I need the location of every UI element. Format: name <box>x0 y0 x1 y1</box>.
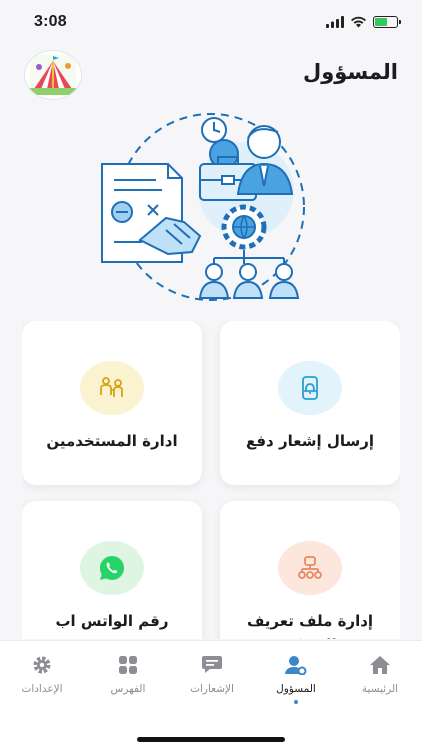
admin-management-illustration <box>96 112 326 302</box>
tab-notifications[interactable]: الإشعارات <box>170 653 254 713</box>
users-icon <box>80 361 144 415</box>
tab-label: المسؤول <box>276 683 316 695</box>
admin-icon <box>284 653 308 677</box>
bell-phone-icon <box>278 361 342 415</box>
tab-settings[interactable]: الإعدادات <box>0 653 84 713</box>
tab-home[interactable]: الرئيسية <box>338 653 422 713</box>
card-label: إرسال إشعار دفع <box>245 432 374 450</box>
whatsapp-icon <box>80 541 144 595</box>
gear-icon <box>30 653 54 677</box>
admin-actions-grid: إرسال إشعار دفع ادارة المستخدمين إدارة م <box>22 321 400 639</box>
battery-level <box>375 18 387 26</box>
send-push-notification-card[interactable]: إرسال إشعار دفع <box>220 321 400 485</box>
manage-users-card[interactable]: ادارة المستخدمين <box>22 321 202 485</box>
tab-index[interactable]: الفهرس <box>86 653 170 713</box>
card-label: ادارة المستخدمين <box>46 432 178 450</box>
tab-label: الرئيسية <box>361 683 399 695</box>
card-label: إدارة ملف تعريف الشركة <box>246 612 374 639</box>
home-indicator <box>137 737 285 742</box>
status-time: 3:08 <box>34 13 67 30</box>
company-profile-card[interactable]: إدارة ملف تعريف الشركة <box>220 501 400 639</box>
grid-icon <box>116 653 140 677</box>
tab-label: الإشعارات <box>190 683 234 695</box>
signal-icon <box>326 13 344 32</box>
battery-icon <box>373 16 401 28</box>
company-profile-icon <box>278 541 342 595</box>
tab-label: الإعدادات <box>21 683 63 695</box>
active-tab-indicator <box>294 700 298 704</box>
card-label: رقم الواتس اب <box>55 612 169 630</box>
whatsapp-number-card[interactable]: رقم الواتس اب <box>22 501 202 639</box>
chat-icon <box>200 653 224 677</box>
bottom-tab-bar: الرئيسية المسؤول الإشعارات الفهرس الإعدا… <box>0 640 422 750</box>
page-title: المسؤول <box>303 60 398 84</box>
circus-tent-icon[interactable] <box>24 50 82 100</box>
home-icon <box>368 653 392 677</box>
tab-label: الفهرس <box>110 683 146 695</box>
wifi-icon <box>350 13 367 32</box>
tab-admin[interactable]: المسؤول <box>254 653 338 713</box>
status-icons <box>326 13 401 32</box>
status-bar: 3:08 <box>0 0 422 44</box>
header: المسؤول <box>0 50 422 100</box>
